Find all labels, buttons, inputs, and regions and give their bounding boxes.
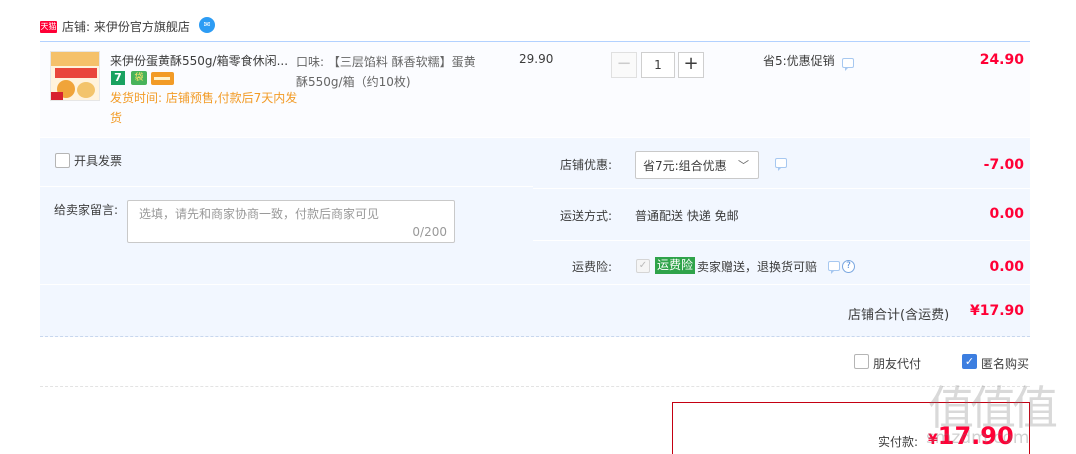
help-icon[interactable]: ? bbox=[842, 260, 855, 273]
unit-price: 29.90 bbox=[519, 52, 554, 66]
comment-icon[interactable] bbox=[775, 158, 787, 171]
pay-label: 实付款: bbox=[878, 435, 919, 449]
shipping-amount: 0.00 bbox=[989, 206, 1024, 222]
item-total-price: 24.90 bbox=[979, 52, 1024, 68]
anonymous-checkbox[interactable]: ✓ bbox=[962, 354, 977, 369]
store-total-label: 店铺合计(含运费) bbox=[848, 308, 950, 323]
insurance-amount: 0.00 bbox=[989, 259, 1024, 275]
quantity-plus-button[interactable]: + bbox=[678, 52, 704, 78]
wangwang-icon[interactable]: ✉ bbox=[199, 17, 215, 33]
invoice-label[interactable]: 开具发票 bbox=[74, 152, 122, 169]
shipping-method: 普通配送 快递 免邮 bbox=[635, 209, 739, 223]
insurance-checkbox: ✓ bbox=[636, 259, 650, 273]
discount-selected-value: 省7元:组合优惠 bbox=[643, 159, 727, 173]
quantity-minus-button[interactable]: − bbox=[611, 52, 637, 78]
shopping-bag-icon[interactable]: 袋 bbox=[131, 71, 147, 85]
store-total-amount: ¥17.90 bbox=[969, 303, 1024, 319]
watermark-url: smzdm.com bbox=[926, 428, 1030, 448]
shipping-label: 运送方式: bbox=[560, 209, 613, 223]
discount-label: 店铺优惠: bbox=[560, 158, 613, 172]
comment-icon[interactable] bbox=[842, 58, 854, 71]
message-char-count: 0/200 bbox=[412, 225, 447, 239]
credit-card-icon[interactable] bbox=[151, 72, 174, 85]
chevron-down-icon: ﹀ bbox=[738, 159, 749, 172]
anonymous-label[interactable]: 匿名购买 bbox=[981, 355, 1029, 372]
insurance-label: 运费险: bbox=[572, 260, 613, 274]
product-title-link[interactable]: 来伊份蛋黄酥550g/箱零食休闲... bbox=[110, 52, 295, 69]
comment-icon[interactable] bbox=[828, 261, 840, 274]
tmall-badge: 天猫 bbox=[40, 21, 57, 33]
promo-text: 省5:优惠促销 bbox=[763, 54, 835, 68]
divider bbox=[533, 240, 1030, 241]
shop-name-link[interactable]: 店铺: 来伊份官方旗舰店 bbox=[62, 18, 190, 35]
ship-time-text: 发货时间: 店铺预售,付款后7天内发货 bbox=[110, 91, 298, 125]
message-label: 给卖家留言: bbox=[54, 203, 119, 217]
message-placeholder: 选填，请先和商家协商一致，付款后商家可见 bbox=[139, 207, 380, 221]
product-thumbnail[interactable] bbox=[50, 51, 100, 101]
insurance-tag: 运费险 bbox=[655, 257, 696, 274]
divider bbox=[40, 386, 1030, 387]
friend-pay-checkbox[interactable] bbox=[854, 354, 869, 369]
friend-pay-label[interactable]: 朋友代付 bbox=[873, 355, 921, 372]
quantity-input[interactable]: 1 bbox=[641, 52, 675, 78]
divider bbox=[533, 188, 1030, 189]
invoice-checkbox[interactable] bbox=[55, 153, 70, 168]
discount-amount: -7.00 bbox=[983, 157, 1024, 173]
7-day-return-icon[interactable]: 7 bbox=[111, 71, 125, 85]
sku-text: 口味: 【三层馅料 酥香软糯】蛋黄酥550g/箱（约10枚) bbox=[296, 55, 476, 89]
insurance-text: 卖家赠送，退换货可赔 bbox=[697, 260, 818, 274]
